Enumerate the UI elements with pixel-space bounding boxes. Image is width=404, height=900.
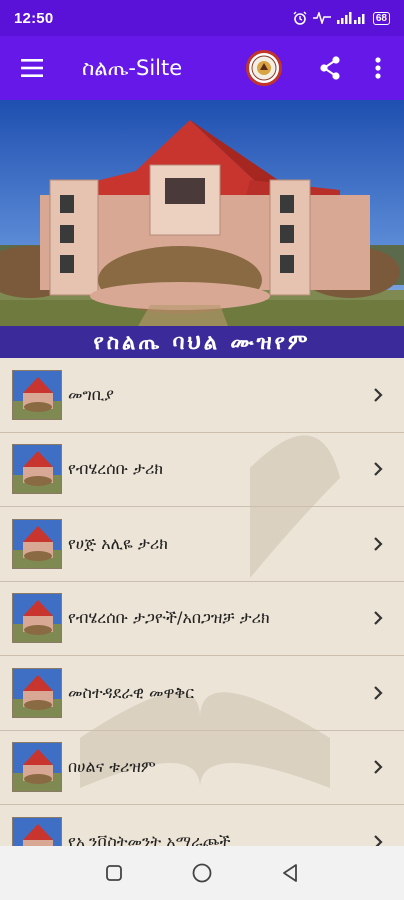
list-item-label: የሀጅ አሊዬ ታሪክ	[68, 533, 168, 553]
list-item[interactable]: የኢንቨስትመንት አማራጮች	[0, 805, 404, 846]
battery-level: 68	[375, 12, 387, 24]
share-icon	[320, 56, 340, 80]
list-item-thumbnail	[12, 816, 62, 846]
chevron-right-icon	[360, 536, 396, 552]
chevron-right-icon	[360, 461, 396, 477]
signal-icon	[336, 12, 367, 24]
list-item[interactable]: የብሄረሰቡ ታሪክ	[0, 433, 404, 507]
list-item-thumbnail	[12, 667, 62, 718]
home-button[interactable]	[182, 853, 222, 893]
list-item[interactable]: መስተዳደራዊ መዋቅር	[0, 656, 404, 731]
menu-button[interactable]	[0, 36, 64, 100]
museum-photo	[0, 100, 404, 358]
recents-icon	[106, 865, 122, 881]
system-nav-bar	[0, 846, 404, 900]
chevron-right-icon	[360, 834, 396, 846]
hamburger-icon	[21, 59, 43, 77]
banner-caption: የስልጤ ባህል ሙዝየም	[0, 326, 404, 358]
list-item-label: የኢንቨስትመንት አማራጮች	[68, 831, 231, 846]
battery-icon: 68	[372, 11, 390, 25]
list-item-label: የብሄረሰቡ ታጋዮች/አበጋዝቻ ታሪክ	[68, 608, 270, 628]
list-item[interactable]: የብሄረሰቡ ታጋዮች/አበጋዝቻ ታሪክ	[0, 582, 404, 656]
home-icon	[192, 863, 212, 883]
list-item-label: የብሄረሰቡ ታሪክ	[68, 459, 164, 479]
list-item-label: በሀልና ቱሪዝም	[68, 757, 156, 777]
list-item-label: መስተዳደራዊ መዋቅር	[68, 682, 195, 702]
list-item-label: መግቢያ	[68, 384, 114, 404]
list-item[interactable]: በሀልና ቱሪዝም	[0, 731, 404, 805]
activity-icon	[312, 12, 331, 24]
list-item[interactable]: የሀጅ አሊዬ ታሪክ	[0, 507, 404, 582]
list-items: መግቢያ የብሄረሰቡ ታሪክ የሀጅ አሊዬ ታሪክ የብሄረሰቡ ታጋዮች/አበጋ…	[0, 358, 404, 846]
chevron-right-icon	[360, 610, 396, 626]
list-item-thumbnail	[12, 518, 62, 569]
more-vert-icon	[375, 57, 381, 79]
list-item-thumbnail	[12, 742, 62, 793]
list-item-thumbnail	[12, 369, 62, 420]
app-bar: ስልጤ-Silte	[0, 36, 404, 100]
status-time: 12:50	[14, 9, 54, 27]
menu-list: መግቢያ የብሄረሰቡ ታሪክ የሀጅ አሊዬ ታሪክ የብሄረሰቡ ታጋዮች/አበጋ…	[0, 358, 404, 846]
museum-banner-image	[0, 100, 404, 358]
recents-button[interactable]	[94, 853, 134, 893]
list-item[interactable]: መግቢያ	[0, 358, 404, 433]
app-logo[interactable]	[246, 50, 282, 86]
back-icon	[283, 864, 297, 882]
alarm-icon	[293, 11, 307, 25]
back-button[interactable]	[270, 853, 310, 893]
chevron-right-icon	[360, 685, 396, 701]
app-title: ስልጤ-Silte	[82, 55, 183, 80]
list-item-thumbnail	[12, 593, 62, 644]
more-button[interactable]	[358, 36, 398, 100]
chevron-right-icon	[360, 759, 396, 775]
chevron-right-icon	[360, 387, 396, 403]
status-bar: 12:50 68	[0, 0, 404, 36]
status-icons: 68	[293, 11, 390, 25]
share-button[interactable]	[310, 36, 350, 100]
list-item-thumbnail	[12, 444, 62, 495]
